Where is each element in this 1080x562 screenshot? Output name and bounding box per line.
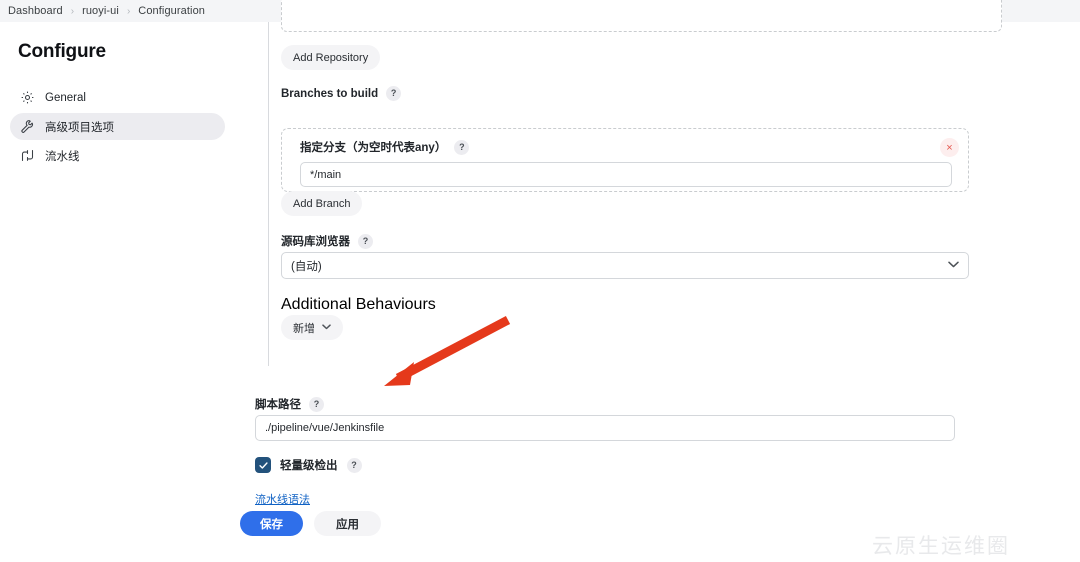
wrench-icon	[20, 119, 35, 134]
breadcrumb-separator-icon: ›	[126, 5, 131, 17]
lightweight-checkout-row: 轻量级检出 ?	[255, 457, 362, 473]
app-root: Dashboard › ruoyi-ui › Configuration Con…	[0, 0, 1080, 562]
chevron-down-icon	[322, 323, 331, 332]
breadcrumb-item-dashboard[interactable]: Dashboard	[8, 5, 63, 17]
breadcrumb-separator-icon: ›	[70, 5, 75, 17]
additional-behaviours-label: Additional Behaviours	[281, 296, 436, 313]
save-button[interactable]: 保存	[240, 511, 303, 536]
scm-section: Add Repository Branches to build ? × 指定分…	[268, 0, 1008, 366]
script-path-input-wrap	[255, 415, 955, 441]
branches-to-build-label: Branches to build	[281, 87, 379, 100]
help-icon[interactable]: ?	[358, 233, 373, 249]
pipeline-icon	[20, 148, 35, 163]
branch-spec-input[interactable]	[300, 162, 952, 187]
branch-spec-label: 指定分支（为空时代表any）	[300, 142, 447, 154]
repository-block	[281, 0, 1002, 32]
repo-browser-select-wrap: (自动)	[281, 252, 969, 279]
sidebar-item-general[interactable]: General	[10, 84, 225, 111]
sidebar-item-label: 高级项目选项	[45, 121, 114, 134]
help-icon[interactable]: ?	[386, 86, 402, 101]
gear-icon	[20, 90, 35, 105]
sidebar: Configure General 高级项目选项 流水线	[0, 22, 235, 562]
chevron-down-icon	[948, 260, 959, 271]
branch-spec-label-row: 指定分支（为空时代表any） ?	[300, 139, 952, 155]
add-repository-button[interactable]: Add Repository	[281, 45, 381, 70]
configuration-form: Add Repository Branches to build ? × 指定分…	[235, 0, 1080, 562]
branch-spec-block: × 指定分支（为空时代表any） ?	[281, 128, 969, 192]
add-branch-button[interactable]: Add Branch	[281, 191, 363, 216]
script-path-input[interactable]	[255, 415, 955, 441]
help-icon[interactable]: ?	[454, 139, 470, 155]
repo-browser-label-row: 源码库浏览器 ?	[281, 233, 373, 249]
branch-spec-inner: 指定分支（为空时代表any） ?	[300, 139, 952, 187]
repo-browser-select[interactable]: (自动)	[281, 252, 969, 279]
pipeline-syntax-link[interactable]: 流水线语法	[255, 491, 310, 507]
sidebar-nav: General 高级项目选项 流水线	[10, 84, 225, 171]
sidebar-item-advanced-project-options[interactable]: 高级项目选项	[10, 113, 225, 140]
script-path-label: 脚本路径	[255, 399, 301, 411]
apply-button[interactable]: 应用	[314, 511, 381, 536]
sidebar-item-label: 流水线	[45, 150, 80, 163]
help-icon[interactable]: ?	[346, 457, 362, 473]
repo-browser-label: 源码库浏览器	[281, 236, 350, 248]
add-behaviour-button[interactable]: 新增	[281, 315, 343, 340]
help-icon[interactable]: ?	[309, 396, 324, 412]
branches-to-build-label-row: Branches to build ?	[281, 86, 402, 101]
repo-browser-selected-value: (自动)	[291, 260, 322, 273]
breadcrumb-item-project[interactable]: ruoyi-ui	[82, 5, 119, 17]
script-path-label-row: 脚本路径 ?	[255, 396, 324, 412]
breadcrumb: Dashboard › ruoyi-ui › Configuration	[8, 5, 205, 17]
page-title: Configure	[18, 41, 106, 62]
lightweight-checkout-checkbox[interactable]	[255, 457, 271, 473]
add-behaviour-label: 新增	[293, 322, 315, 335]
lightweight-checkout-label: 轻量级检出	[280, 460, 338, 472]
breadcrumb-item-configuration[interactable]: Configuration	[138, 5, 205, 17]
watermark: 云原生运维圈	[872, 535, 1010, 558]
form-actions: 保存 应用	[240, 511, 381, 536]
sidebar-item-pipeline[interactable]: 流水线	[10, 142, 225, 169]
sidebar-item-label: General	[45, 91, 86, 104]
